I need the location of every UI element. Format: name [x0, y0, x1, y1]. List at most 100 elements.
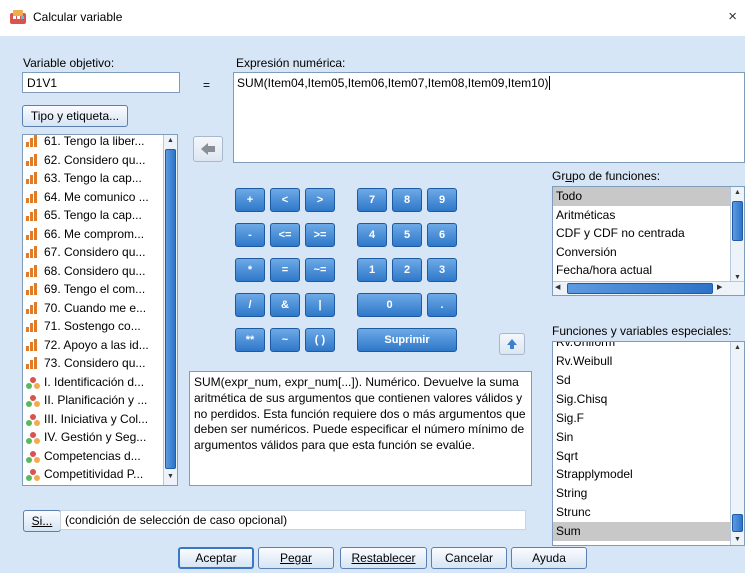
help-button[interactable]: Ayuda [511, 547, 587, 569]
special-functions-scroll-thumb[interactable] [732, 514, 743, 532]
function-group-hscroll-thumb[interactable] [567, 283, 713, 294]
scroll-left-icon[interactable]: ◀ [555, 283, 560, 291]
function-group-item[interactable]: Conversión [553, 243, 732, 262]
variable-list-item[interactable]: IV. Gestión y Seg... [23, 428, 164, 447]
special-function-item[interactable]: Sig.F [553, 409, 732, 428]
variable-list-item[interactable]: 68. Considero qu... [23, 262, 164, 281]
target-variable-input[interactable]: D1V1 [22, 72, 180, 93]
scroll-right-icon[interactable]: ▶ [717, 283, 722, 291]
type-and-label-button[interactable]: Tipo y etiqueta... [22, 105, 128, 127]
keypad-key[interactable]: > [305, 188, 335, 212]
scroll-down-icon[interactable]: ▼ [732, 536, 743, 543]
keypad-key[interactable]: ~ [270, 328, 300, 352]
keypad-key[interactable]: * [235, 258, 265, 282]
variable-list-item[interactable]: 63. Tengo la cap... [23, 169, 164, 188]
keypad-key[interactable]: ( ) [305, 328, 335, 352]
variable-list-item[interactable]: 64. Me comunico ... [23, 188, 164, 207]
function-group-item[interactable]: Aritméticas [553, 206, 732, 225]
if-condition-button[interactable]: Si... [23, 510, 61, 532]
special-functions-list[interactable]: Rv.Uniform Rv.Weibull Sd Sig.Chisq Sig.F Sin S… [552, 341, 745, 546]
special-function-item[interactable]: Sin [553, 427, 732, 446]
keypad-key[interactable]: 2 [392, 258, 422, 282]
scroll-down-icon[interactable]: ▼ [732, 274, 743, 281]
special-functions-scrollbar[interactable]: ▲ ▼ [730, 342, 744, 545]
variable-list-item[interactable]: 67. Considero qu... [23, 243, 164, 262]
keypad-key[interactable]: / [235, 293, 265, 317]
variable-list-item[interactable]: 69. Tengo el com... [23, 280, 164, 299]
keypad-key[interactable]: 1 [357, 258, 387, 282]
special-function-item[interactable]: Rv.Weibull [553, 352, 732, 371]
function-group-hscrollbar[interactable]: ◀ ▶ [553, 281, 744, 295]
variable-list-item[interactable]: 62. Considero qu... [23, 151, 164, 170]
variable-list-scroll-thumb[interactable] [165, 149, 176, 469]
title-bar: Calcular variable × [0, 0, 745, 36]
keypad-key[interactable]: . [427, 293, 457, 317]
variable-list-item[interactable]: I. Identificación d... [23, 373, 164, 392]
move-variable-button[interactable] [193, 136, 223, 162]
variable-list-item[interactable]: 70. Cuando me e... [23, 299, 164, 318]
variable-list-item[interactable]: 66. Me comprom... [23, 225, 164, 244]
function-group-item[interactable]: Todo [553, 187, 732, 206]
scroll-up-icon[interactable]: ▲ [165, 137, 176, 147]
special-function-item[interactable]: Strapplymodel [553, 465, 732, 484]
variable-list-item[interactable]: 61. Tengo la liber... [23, 134, 164, 151]
keypad-key[interactable]: | [305, 293, 335, 317]
variable-list-item[interactable]: Competitividad P... [23, 465, 164, 484]
nominal-variable-icon [26, 413, 40, 426]
keypad-key[interactable]: 0 [357, 293, 422, 317]
special-function-item[interactable]: Strunc [553, 503, 732, 522]
numeric-expression-input[interactable]: SUM(Item04,Item05,Item06,Item07,Item08,I… [233, 72, 745, 163]
keypad-key[interactable]: 9 [427, 188, 457, 212]
variable-list-item[interactable]: 65. Tengo la cap... [23, 206, 164, 225]
keypad-key[interactable]: ** [235, 328, 265, 352]
paste-button[interactable]: Pegar [258, 547, 334, 569]
special-function-item[interactable]: Sum [553, 521, 732, 541]
ok-button[interactable]: Aceptar [178, 547, 254, 569]
special-function-item[interactable]: String [553, 484, 732, 503]
source-variable-list[interactable]: 61. Tengo la liber... 62. Considero qu...… [22, 134, 178, 486]
function-group-item[interactable]: CDF y CDF no centrada [553, 224, 732, 243]
scroll-up-icon[interactable]: ▲ [732, 344, 743, 351]
function-group-scroll-thumb[interactable] [732, 201, 743, 241]
close-icon[interactable]: × [728, 8, 737, 25]
variable-list-item[interactable]: 73. Considero qu... [23, 354, 164, 373]
special-function-item[interactable]: Sd [553, 371, 732, 390]
ok-label: Aceptar [195, 551, 237, 565]
variable-list-item-label: 61. Tengo la liber... [44, 134, 145, 148]
variable-list-item[interactable]: 71. Sostengo co... [23, 317, 164, 336]
keypad-key[interactable]: 8 [392, 188, 422, 212]
keypad-key[interactable]: ~= [305, 258, 335, 282]
keypad-key[interactable]: 3 [427, 258, 457, 282]
insert-function-button[interactable] [499, 333, 525, 355]
special-function-item[interactable]: Sig.Chisq [553, 390, 732, 409]
variable-list-scrollbar[interactable]: ▲ ▼ [163, 135, 177, 485]
scroll-down-icon[interactable]: ▼ [165, 473, 176, 483]
cancel-button[interactable]: Cancelar [431, 547, 507, 569]
keypad-key[interactable]: + [235, 188, 265, 212]
keypad-key[interactable]: >= [305, 223, 335, 247]
keypad-key[interactable]: <= [270, 223, 300, 247]
function-group-list[interactable]: Todo Aritméticas CDF y CDF no centrada Conv… [552, 186, 745, 296]
variable-list-item-label: 63. Tengo la cap... [44, 171, 142, 185]
variable-list-item[interactable]: III. Iniciativa y Col... [23, 410, 164, 429]
variable-list-item[interactable]: 72. Apoyo a las id... [23, 336, 164, 355]
delete-button[interactable]: Suprimir [357, 328, 457, 352]
variable-list-item[interactable]: Competencias d... [23, 447, 164, 466]
nominal-variable-icon [26, 468, 40, 482]
keypad-key[interactable]: - [235, 223, 265, 247]
variable-list-item[interactable]: II. Planificación y ... [23, 391, 164, 410]
keypad-key[interactable]: 7 [357, 188, 387, 212]
special-function-item[interactable]: Rv.Uniform [553, 342, 732, 352]
keypad-key[interactable]: & [270, 293, 300, 317]
scroll-up-icon[interactable]: ▲ [732, 189, 743, 196]
keypad-key[interactable]: 5 [392, 223, 422, 247]
keypad-key[interactable]: 6 [427, 223, 457, 247]
function-group-scrollbar[interactable]: ▲ ▼ [730, 187, 744, 283]
function-group-item[interactable]: Fecha/hora actual [553, 261, 732, 280]
special-function-item[interactable]: Sqrt [553, 446, 732, 465]
keypad-key[interactable]: < [270, 188, 300, 212]
keypad-key[interactable]: = [270, 258, 300, 282]
reset-button[interactable]: Restablecer [340, 547, 427, 569]
variable-list-item-label: IV. Gestión y Seg... [44, 430, 147, 444]
keypad-key[interactable]: 4 [357, 223, 387, 247]
